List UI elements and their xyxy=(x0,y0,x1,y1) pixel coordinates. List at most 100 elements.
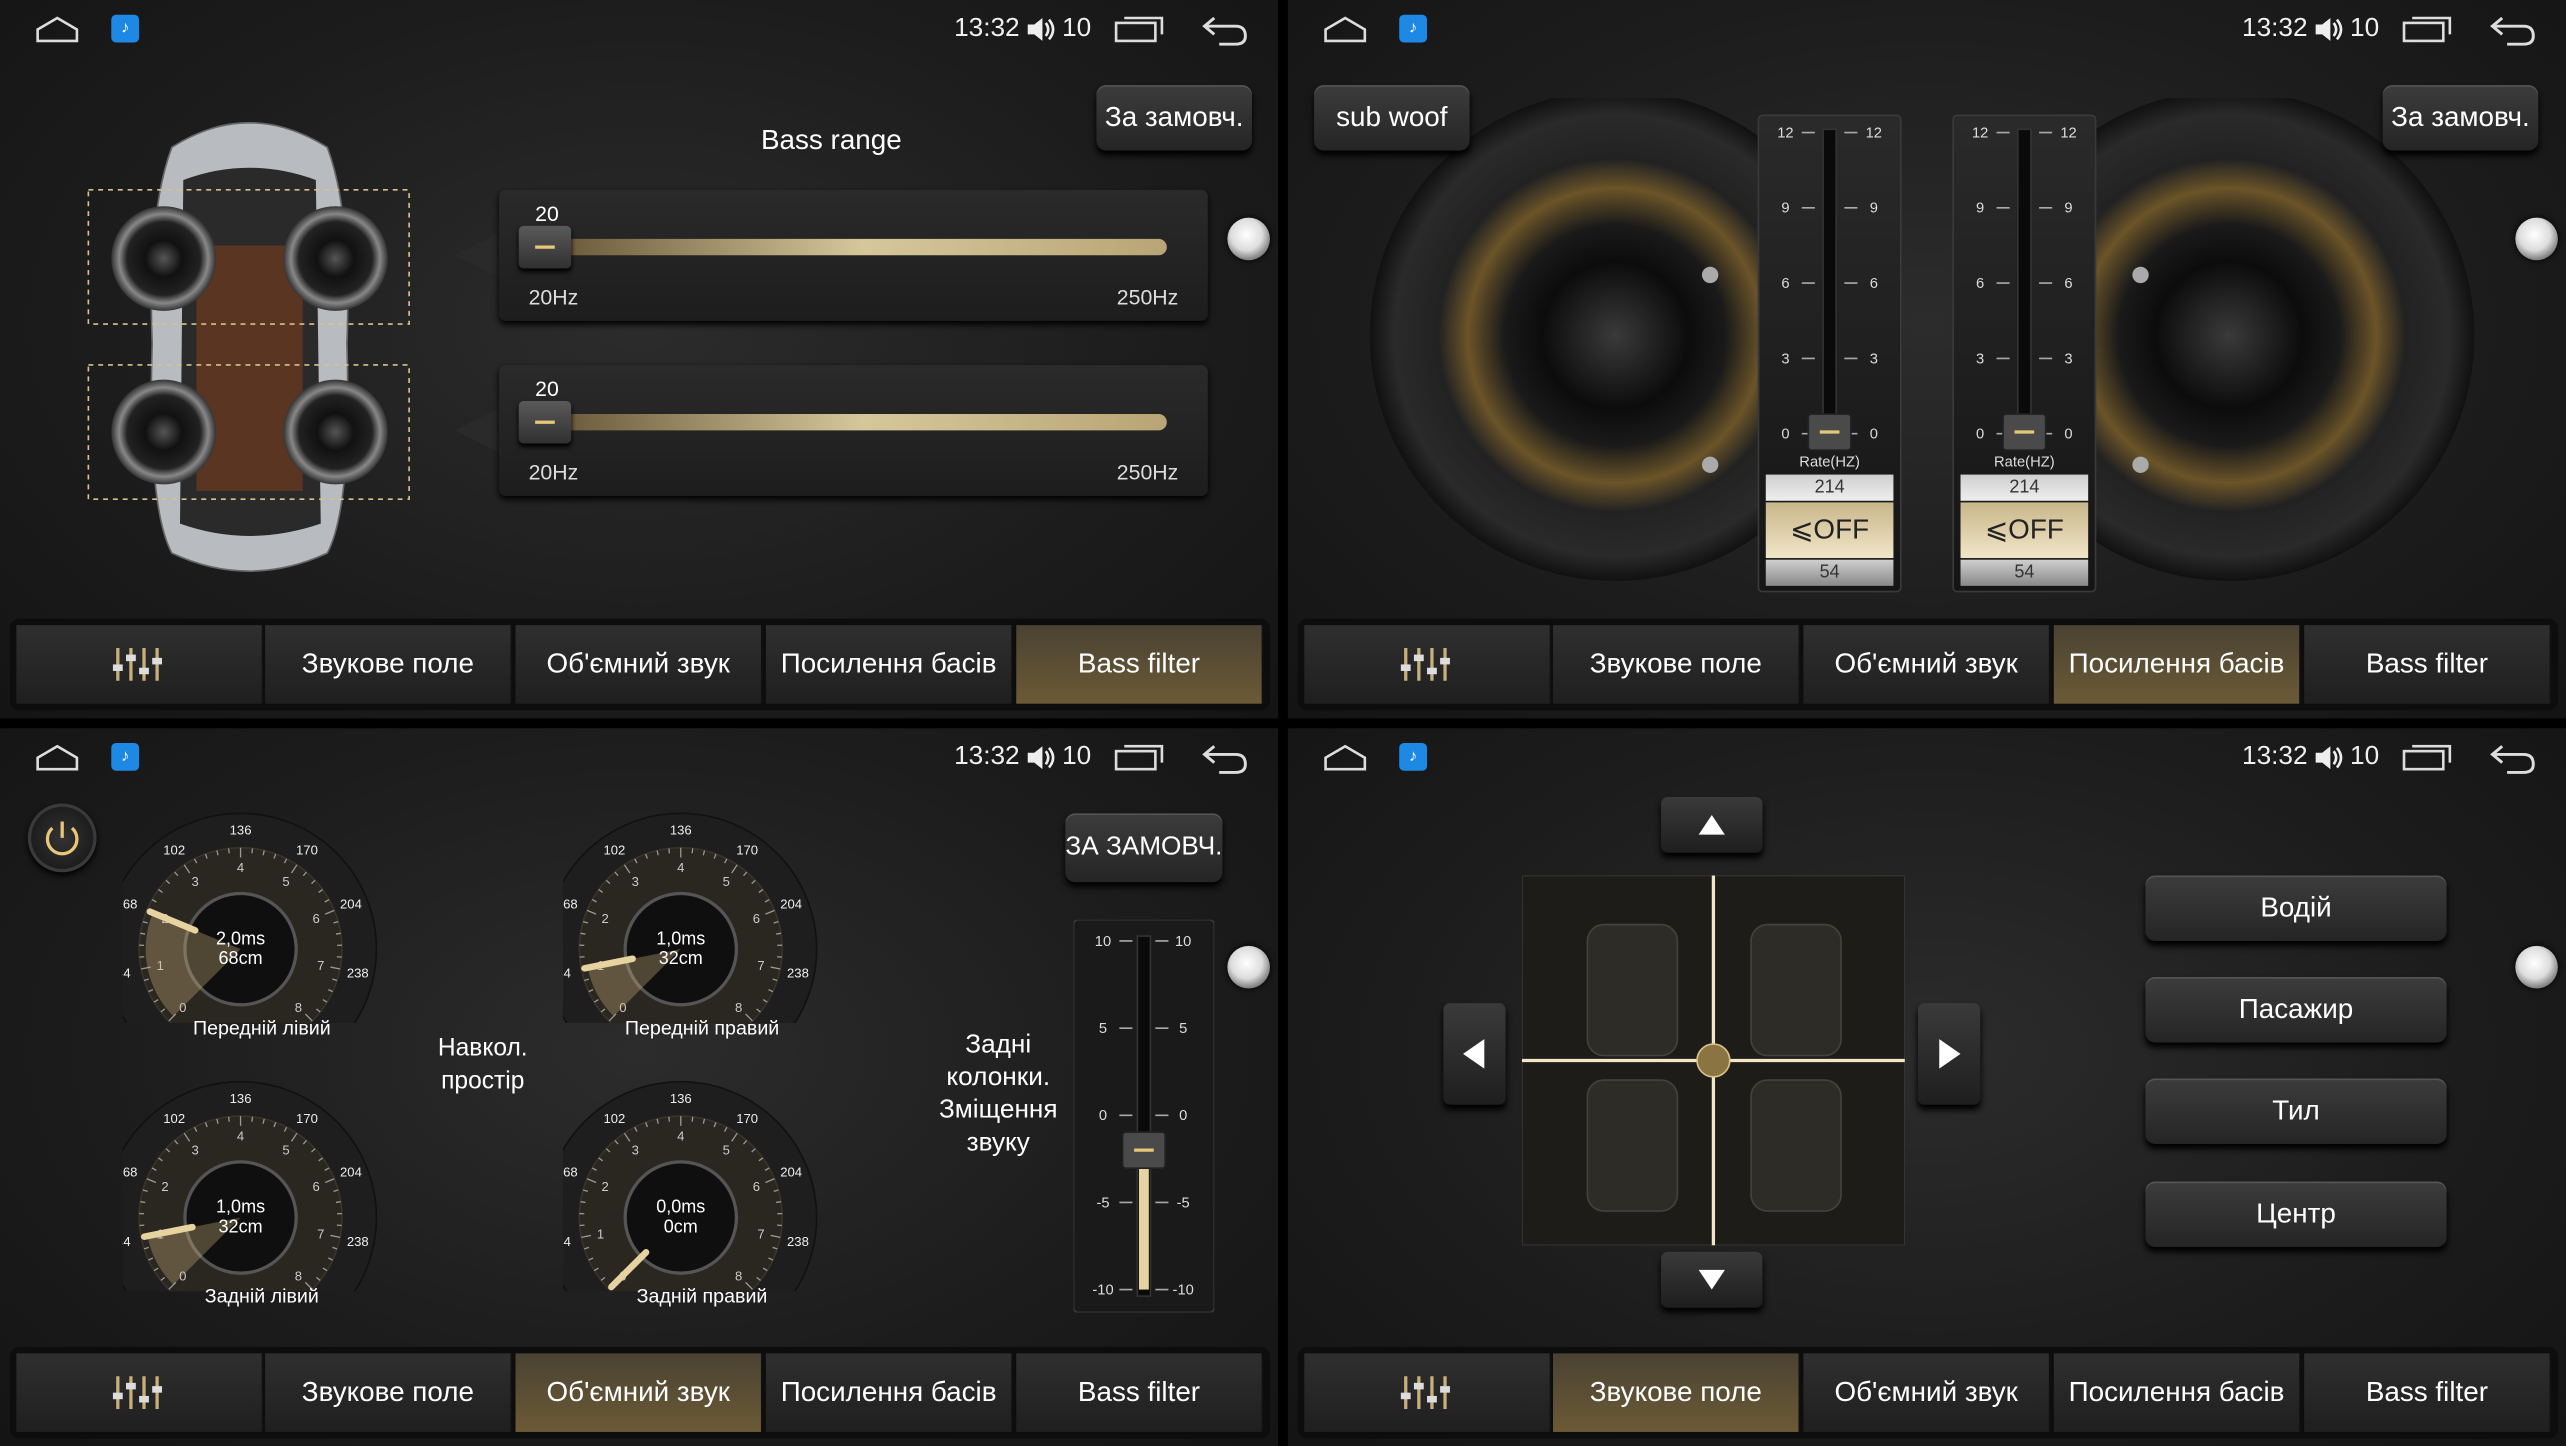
default-button[interactable]: ЗА ЗАМОВЧ. xyxy=(1065,813,1223,883)
preset-passenger-button[interactable]: Пасажир xyxy=(2145,976,2447,1043)
tab-sound-field[interactable]: Звукове поле xyxy=(1553,625,1801,704)
tab-surround[interactable]: Об'ємний звук xyxy=(515,625,763,704)
recents-icon[interactable] xyxy=(2402,16,2452,43)
fader-track[interactable] xyxy=(2016,128,2032,435)
tab-surround[interactable]: Об'ємний звук xyxy=(515,1353,763,1432)
tab-surround[interactable]: Об'ємний звук xyxy=(1803,1353,2051,1432)
rate-option-below[interactable]: 54 xyxy=(1960,559,2089,586)
fader-tick-label: 0 xyxy=(1781,427,1789,443)
fader-track[interactable] xyxy=(1822,128,1837,435)
tab-sound-field[interactable]: Звукове поле xyxy=(1553,1353,1801,1432)
tab-equalizer[interactable] xyxy=(1304,1353,1552,1432)
tab-equalizer[interactable] xyxy=(1304,625,1552,704)
slider-thumb[interactable] xyxy=(518,400,572,444)
dial-distance: 32cm xyxy=(218,1217,263,1238)
dial-front-right[interactable]: 03468102136170204238272012345678 1,0ms 3… xyxy=(544,810,841,1086)
rate-option-selected[interactable]: ⩽OFF xyxy=(1960,502,2089,559)
back-icon[interactable] xyxy=(1200,13,1249,46)
dial-rear-right[interactable]: 03468102136170204238272012345678 0,0ms 0… xyxy=(544,1078,841,1355)
tab-bass-boost[interactable]: Посилення басів xyxy=(765,1353,1013,1432)
power-button[interactable] xyxy=(27,803,97,873)
power-icon xyxy=(45,821,79,856)
preset-rear-button[interactable]: Тил xyxy=(2145,1078,2447,1144)
arrow-right-button[interactable] xyxy=(1917,1003,1981,1105)
recents-icon[interactable] xyxy=(2402,744,2452,771)
dial-outer-tick-label: 136 xyxy=(230,823,252,838)
cabin-position-pad[interactable] xyxy=(1521,875,1905,1246)
status-bar: ♪ 13:32 10 xyxy=(0,728,1278,787)
rear-balance-slider[interactable]: 10 10 5 5 0 0 -5 -5 -10 -10 xyxy=(1073,919,1215,1313)
volume-icon[interactable] xyxy=(2312,13,2345,46)
fader-scale[interactable]: 12 12 9 9 6 6 3 3 0 0 xyxy=(1759,116,1900,460)
dial-outer-tick-label: 170 xyxy=(736,843,758,858)
tab-equalizer[interactable] xyxy=(16,625,264,704)
tab-bass-boost[interactable]: Посилення басів xyxy=(2053,1353,2301,1432)
dial-front-left[interactable]: 03468102136170204238272012345678 2,0ms 6… xyxy=(103,810,401,1086)
tab-bass-filter[interactable]: Bass filter xyxy=(1016,625,1264,704)
tab-equalizer[interactable] xyxy=(16,1353,264,1432)
volume-icon[interactable] xyxy=(2312,741,2345,774)
back-icon[interactable] xyxy=(2487,13,2536,46)
arrow-down-button[interactable] xyxy=(1661,1251,1763,1308)
tab-bass-filter[interactable]: Bass filter xyxy=(2304,1353,2552,1432)
home-icon[interactable] xyxy=(36,16,79,43)
preset-center-button[interactable]: Центр xyxy=(2145,1181,2447,1248)
tab-sound-field[interactable]: Звукове поле xyxy=(265,1353,513,1432)
dial-label: Передній лівий xyxy=(192,1016,331,1040)
fader-tick-label: 9 xyxy=(1870,201,1878,217)
bass-slider-front[interactable]: 20 20Hz 250Hz xyxy=(499,189,1208,321)
dial-outer-tick-label: 170 xyxy=(736,1111,758,1126)
home-icon[interactable] xyxy=(1324,744,1367,771)
rate-option-above[interactable]: 214 xyxy=(1765,474,1894,501)
label-line: Навкол. xyxy=(437,1034,528,1063)
tab-bass-filter[interactable]: Bass filter xyxy=(1016,1353,1264,1432)
home-icon[interactable] xyxy=(36,744,79,771)
floating-assist-button[interactable] xyxy=(1227,217,1270,261)
rate-option-below[interactable]: 54 xyxy=(1765,559,1894,586)
subwoof-button[interactable]: sub woof xyxy=(1314,85,1470,151)
app-icon[interactable]: ♪ xyxy=(1399,742,1428,771)
rate-option-above[interactable]: 214 xyxy=(1960,474,2089,501)
tab-surround[interactable]: Об'ємний звук xyxy=(1803,625,2051,704)
dial-inner-tick-label: 6 xyxy=(313,1179,320,1194)
dial-rear-left[interactable]: 03468102136170204238272012345678 1,0ms 3… xyxy=(103,1078,401,1355)
back-icon[interactable] xyxy=(1200,741,1249,774)
bass-fader-right[interactable]: 12 12 9 9 6 6 3 3 0 0 Rate(HZ) 214 ⩽OFF 54 xyxy=(1952,114,2097,593)
dial-graphic[interactable]: 03468102136170204238272012345678 xyxy=(103,810,401,1086)
floating-assist-button[interactable] xyxy=(2515,217,2558,261)
floating-assist-button[interactable] xyxy=(1227,945,1270,989)
dial-outer-tick-label: 170 xyxy=(296,843,318,858)
dial-graphic[interactable]: 03468102136170204238272012345678 xyxy=(544,810,841,1086)
floating-assist-button[interactable] xyxy=(2515,945,2558,989)
default-button[interactable]: За замовч. xyxy=(2382,85,2539,151)
fader-scale[interactable]: 12 12 9 9 6 6 3 3 0 0 xyxy=(1954,116,2095,460)
dial-inner-tick-label: 2 xyxy=(161,1179,168,1194)
back-icon[interactable] xyxy=(2487,741,2536,774)
bass-slider-rear[interactable]: 20 20Hz 250Hz xyxy=(499,364,1208,496)
volume-icon[interactable] xyxy=(1024,13,1057,46)
dial-graphic[interactable]: 03468102136170204238272012345678 xyxy=(103,1078,401,1355)
app-icon[interactable]: ♪ xyxy=(111,742,140,771)
label-line: колонки. xyxy=(946,1063,1051,1092)
dial-delay: 1,0ms xyxy=(656,929,706,950)
slider-track[interactable] xyxy=(561,414,1167,431)
tab-bass-filter[interactable]: Bass filter xyxy=(2304,625,2552,704)
arrow-left-button[interactable] xyxy=(1443,1003,1506,1105)
default-button[interactable]: За замовч. xyxy=(1096,85,1252,151)
preset-driver-button[interactable]: Водій xyxy=(2145,875,2447,941)
dial-graphic[interactable]: 03468102136170204238272012345678 xyxy=(544,1078,841,1355)
tab-bass-boost[interactable]: Посилення басів xyxy=(765,625,1013,704)
tab-sound-field[interactable]: Звукове поле xyxy=(265,625,513,704)
home-icon[interactable] xyxy=(1324,16,1367,43)
recents-icon[interactable] xyxy=(1114,744,1164,771)
bass-fader-left[interactable]: 12 12 9 9 6 6 3 3 0 0 Rate(HZ) 214 ⩽OFF 54 xyxy=(1757,114,1902,593)
app-icon[interactable]: ♪ xyxy=(1399,14,1428,43)
app-icon[interactable]: ♪ xyxy=(111,14,140,43)
arrow-up-button[interactable] xyxy=(1661,796,1763,853)
recents-icon[interactable] xyxy=(1114,16,1164,43)
volume-icon[interactable] xyxy=(1024,741,1057,774)
rate-option-selected[interactable]: ⩽OFF xyxy=(1765,502,1894,559)
slider-thumb[interactable] xyxy=(518,225,572,269)
tab-bass-boost[interactable]: Посилення басів xyxy=(2053,625,2301,704)
slider-track[interactable] xyxy=(561,238,1167,256)
